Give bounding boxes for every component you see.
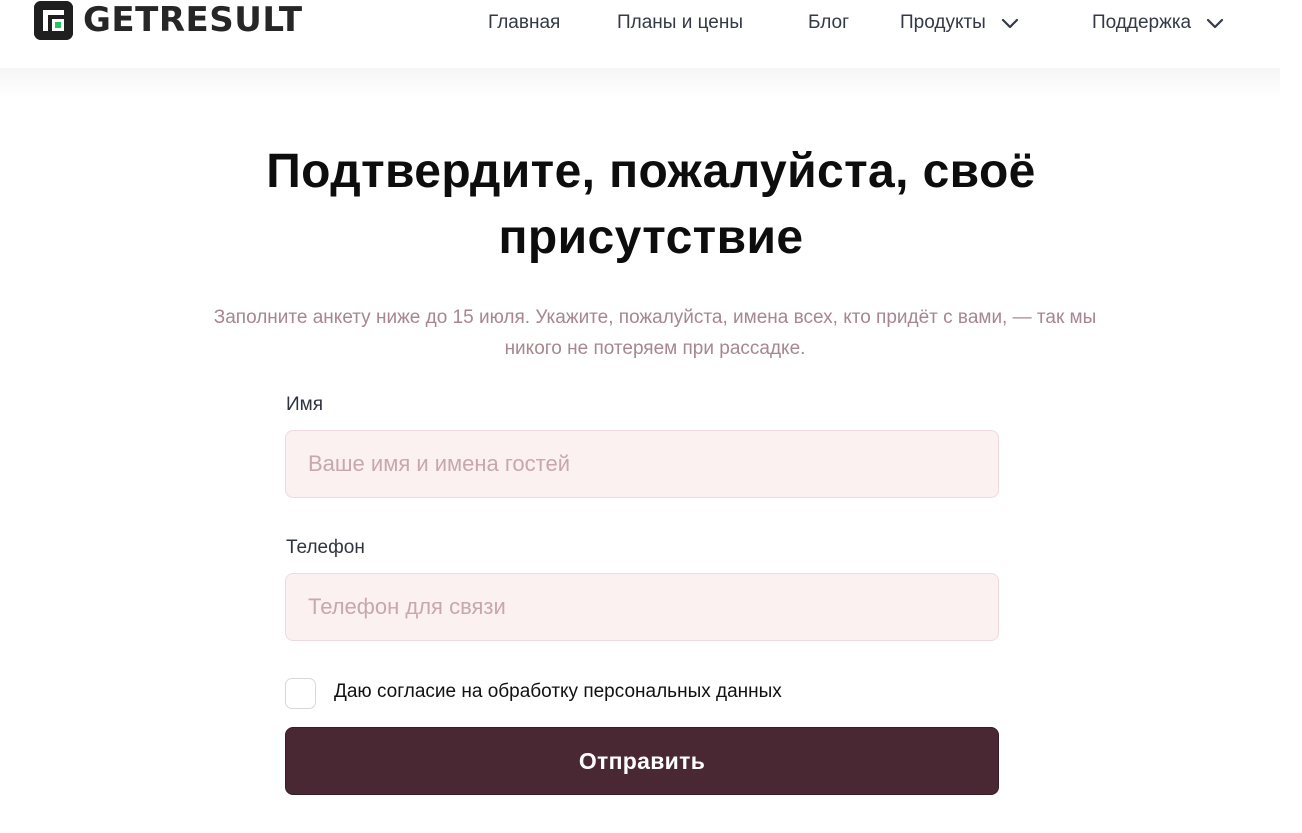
nav-item-label: Продукты — [900, 12, 986, 33]
phone-label: Телефон — [286, 537, 365, 558]
page: GETRESULT Главная Планы и цены Блог Прод… — [0, 0, 1302, 833]
nav-item-pricing[interactable]: Планы и цены — [617, 10, 743, 36]
header-divider — [0, 68, 1280, 98]
nav-item-label: Главная — [488, 12, 561, 33]
chevron-down-icon — [1207, 18, 1224, 29]
consent-checkbox[interactable] — [285, 678, 316, 709]
nav-item-label: Блог — [808, 12, 850, 33]
name-input[interactable] — [285, 430, 999, 498]
nav-item-label: Поддержка — [1092, 12, 1192, 33]
nav-item-label: Планы и цены — [617, 12, 744, 33]
phone-input[interactable] — [285, 573, 999, 641]
page-subtitle-line: Заполните анкету ниже до 15 июля. Укажит… — [213, 307, 1097, 328]
consent-label[interactable]: Даю согласие на обработку персональных д… — [334, 681, 782, 703]
chevron-down-icon — [1001, 18, 1018, 29]
page-subtitle-line: никого не потеряем при рассадке. — [504, 338, 806, 359]
page-title: Подтвердите, пожалуйста, своё присутстви… — [180, 139, 1122, 271]
site-header: GETRESULT Главная Планы и цены Блог Прод… — [0, 0, 1280, 68]
logo[interactable]: GETRESULT — [34, 0, 303, 40]
page-title-line: присутствие — [498, 211, 804, 264]
nav-item-blog[interactable]: Блог — [808, 10, 849, 36]
nav-item-support[interactable]: Поддержка — [1092, 10, 1225, 36]
logo-icon — [34, 0, 73, 40]
page-subtitle: Заполните анкету ниже до 15 июля. Укажит… — [120, 302, 1190, 364]
submit-button[interactable]: Отправить — [285, 727, 999, 795]
page-title-line: Подтвердите, пожалуйста, своё — [266, 145, 1036, 198]
nav-item-products[interactable]: Продукты — [900, 10, 1020, 36]
logo-text: GETRESULT — [83, 0, 303, 40]
nav-item-home[interactable]: Главная — [488, 10, 560, 36]
name-label: Имя — [286, 394, 324, 415]
